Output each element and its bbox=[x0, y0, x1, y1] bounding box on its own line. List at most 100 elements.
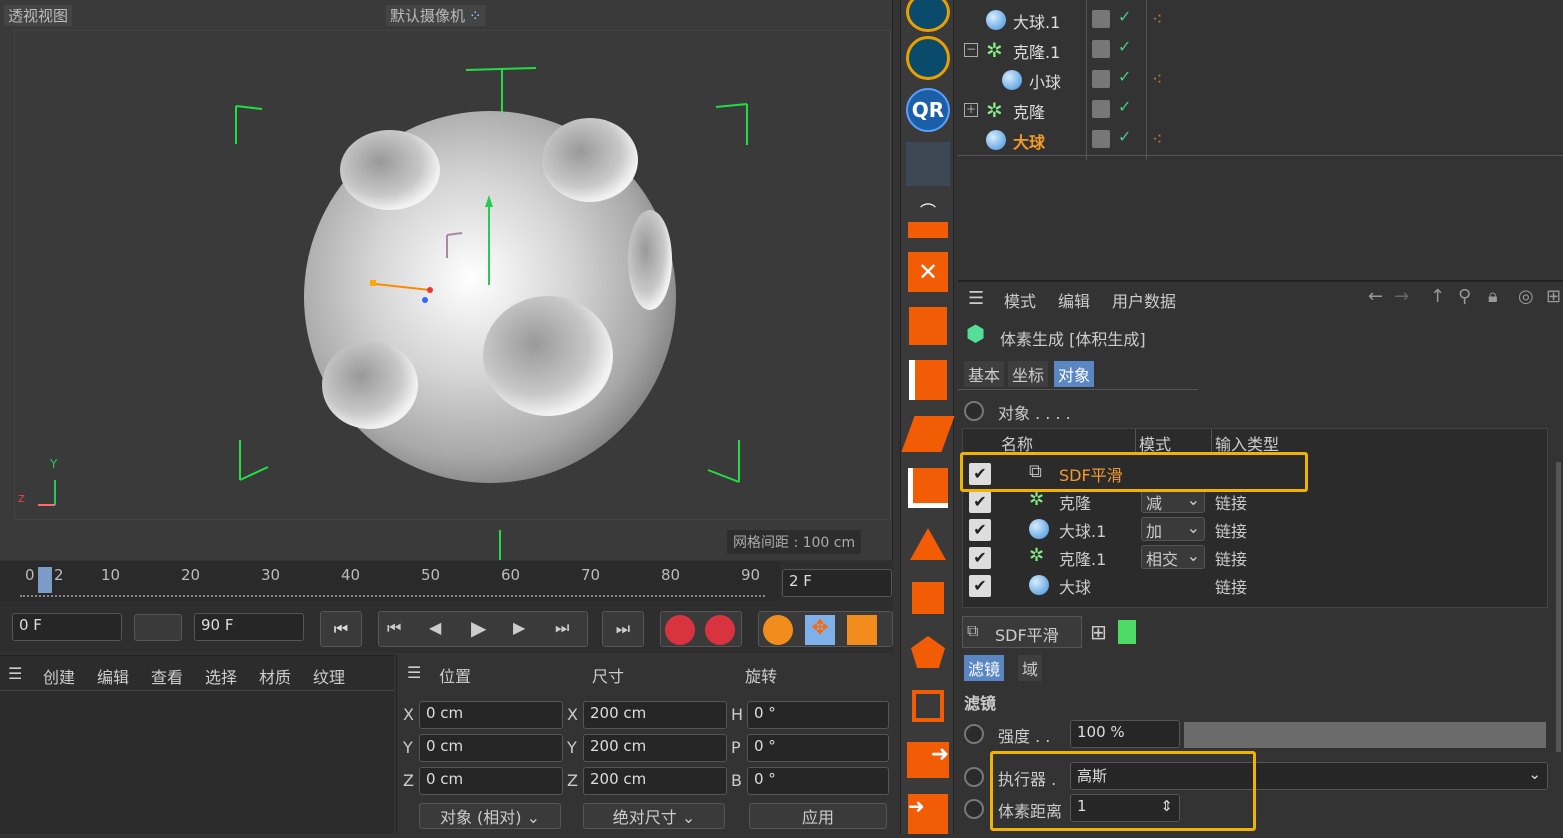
strength-field[interactable]: 100 % bbox=[1070, 720, 1180, 748]
table-row[interactable]: ✔ 大球 链接 bbox=[963, 573, 1547, 601]
strength-slider[interactable] bbox=[1184, 722, 1546, 748]
target-icon[interactable]: ◎ bbox=[1518, 286, 1534, 307]
tab-basic[interactable]: 基本 bbox=[964, 361, 1005, 387]
size-z-field[interactable]: 200 cm bbox=[583, 767, 727, 795]
cloner-arrow-icon[interactable]: ➜ bbox=[904, 736, 952, 784]
object-name[interactable]: 克隆.1 bbox=[1013, 39, 1060, 63]
go-to-start-button[interactable]: ⏮ bbox=[320, 611, 362, 647]
object-row[interactable]: 小球 ✓ ⁖ bbox=[958, 65, 1563, 95]
auto-key-icon[interactable] bbox=[705, 615, 735, 645]
go-to-end-button[interactable]: ⏭ bbox=[602, 611, 644, 647]
position-y-field[interactable]: 0 cm bbox=[419, 734, 563, 762]
explode-icon[interactable]: ✕ bbox=[904, 248, 952, 296]
size-x-field[interactable]: 200 cm bbox=[583, 701, 727, 729]
row-name[interactable]: 克隆 bbox=[1059, 490, 1091, 514]
visible-check-icon[interactable]: ✓ bbox=[1118, 67, 1131, 86]
hamburger-icon[interactable]: ☰ bbox=[8, 664, 22, 683]
menu-material[interactable]: 材质 bbox=[259, 664, 291, 688]
layer-icon[interactable] bbox=[1092, 40, 1110, 58]
record-key-icon[interactable] bbox=[665, 615, 695, 645]
hamburger-icon[interactable]: ☰ bbox=[407, 663, 421, 682]
row-name[interactable]: 大球 bbox=[1059, 574, 1091, 598]
move-icon[interactable]: ✥ bbox=[805, 615, 835, 645]
rotation-b-field[interactable]: 0 ° bbox=[747, 767, 889, 795]
object-row[interactable]: 大球.1 ✓ ⁖ bbox=[958, 5, 1563, 35]
position-z-field[interactable]: 0 cm bbox=[419, 767, 563, 795]
up-arrow-icon[interactable]: ↑ bbox=[1430, 286, 1445, 307]
viewport[interactable]: 透视视图 默认摄像机 ⁘ Y Z 网格间距: 100 cm bbox=[0, 0, 893, 560]
row-name[interactable]: 大球.1 bbox=[1059, 518, 1106, 542]
lock-icon[interactable]: 🔒︎ bbox=[1488, 286, 1498, 307]
visible-check-icon[interactable]: ✓ bbox=[1118, 97, 1131, 116]
object-row[interactable]: + ✲ 克隆 ✓ bbox=[958, 95, 1563, 125]
extrude-icon[interactable] bbox=[901, 410, 955, 458]
object-name[interactable]: 大球.1 bbox=[1013, 9, 1060, 33]
object-name[interactable]: 小球 bbox=[1029, 69, 1061, 93]
back-arrow-icon[interactable]: ← bbox=[1368, 286, 1383, 307]
coordinates-manager[interactable]: ☰ 位置 尺寸 旋转 X 0 cm X 200 cm H 0 ° Y 0 cm … bbox=[396, 655, 893, 834]
qr-icon[interactable]: QR bbox=[904, 86, 952, 134]
rotation-p-field[interactable]: 0 ° bbox=[747, 734, 889, 762]
forward-arrow-icon[interactable]: → bbox=[1394, 286, 1409, 307]
layer-tab[interactable]: ⧉ SDF平滑 bbox=[962, 616, 1082, 648]
rotation-h-field[interactable]: 0 ° bbox=[747, 701, 889, 729]
shatter-icon[interactable] bbox=[904, 302, 952, 350]
play-icon[interactable]: ▶ bbox=[471, 616, 486, 640]
tab-coord[interactable]: 坐标 bbox=[1008, 361, 1049, 387]
tool-palette[interactable]: QR ⌒ ✕ ➜ ➜ bbox=[900, 0, 955, 834]
coordinate-mode-dropdown[interactable]: 对象 (相对) ⌄ bbox=[419, 803, 561, 829]
position-x-field[interactable]: 0 cm bbox=[419, 701, 563, 729]
layer-icon[interactable] bbox=[1092, 10, 1110, 28]
attribute-manager[interactable]: ☰ 模式 编辑 用户数据 ← → ↑ ⚲ 🔒︎ ◎ ⊞ ⬢ 体素生成 [体积生成… bbox=[958, 280, 1563, 834]
object-row-selected[interactable]: 大球 ✓ ⁖ bbox=[958, 125, 1563, 155]
tag-icon[interactable]: ⁖ bbox=[1152, 9, 1163, 30]
next-frame-icon[interactable]: ▶ bbox=[513, 618, 525, 637]
array-icon[interactable]: ➜ bbox=[904, 790, 952, 838]
layer-icon[interactable] bbox=[1092, 100, 1110, 118]
gear-icon[interactable] bbox=[763, 615, 793, 645]
search-icon[interactable]: ⚲ bbox=[1458, 286, 1471, 307]
tab-field[interactable]: 域 bbox=[1018, 655, 1043, 681]
menu-mode[interactable]: 模式 bbox=[1004, 288, 1036, 312]
menu-view[interactable]: 查看 bbox=[151, 664, 183, 688]
playback-controls[interactable]: ⏮ ◀ ▶ ▶ ⏭ bbox=[378, 611, 588, 647]
menu-user-data[interactable]: 用户数据 bbox=[1112, 288, 1176, 312]
expand-icon[interactable]: + bbox=[964, 103, 978, 117]
mode-dropdown[interactable]: 相交 ⌄ bbox=[1141, 545, 1205, 569]
tag-icon[interactable]: ⁖ bbox=[1152, 129, 1163, 150]
timeline-ruler[interactable]: 0 2 10 20 30 40 50 60 70 80 90 bbox=[0, 561, 780, 601]
row-name[interactable]: 克隆.1 bbox=[1059, 546, 1106, 570]
layer-icon[interactable] bbox=[1092, 130, 1110, 148]
add-layer-icon[interactable]: ⊞ bbox=[1090, 620, 1107, 644]
mesh-icon[interactable] bbox=[904, 140, 952, 188]
prev-frame-icon[interactable]: ◀ bbox=[429, 618, 441, 637]
grid-object-icon[interactable] bbox=[904, 34, 952, 82]
enable-checkbox[interactable]: ✔ bbox=[969, 575, 991, 597]
split-icon[interactable] bbox=[904, 356, 952, 404]
bend-icon[interactable]: ⌒ bbox=[904, 194, 952, 242]
tab-filter[interactable]: 滤镜 bbox=[964, 655, 1005, 681]
scrollbar[interactable] bbox=[1556, 462, 1561, 752]
start-frame-field[interactable]: 0 F bbox=[12, 613, 122, 641]
animate-radio[interactable] bbox=[964, 767, 984, 787]
apply-button[interactable]: 应用 bbox=[749, 803, 887, 829]
table-row[interactable]: ✔ ✲ 克隆 减 ⌄ 链接 bbox=[963, 489, 1547, 517]
visible-check-icon[interactable]: ✓ bbox=[1118, 7, 1131, 26]
table-row[interactable]: ✔ ✲ 克隆.1 相交 ⌄ 链接 bbox=[963, 545, 1547, 573]
polygon-pen-icon[interactable] bbox=[904, 464, 952, 512]
menu-edit[interactable]: 编辑 bbox=[1058, 288, 1090, 312]
mode-dropdown[interactable]: 减 ⌄ bbox=[1141, 489, 1205, 513]
material-manager[interactable]: ☰ 创建 编辑 查看 选择 材质 纹理 bbox=[0, 655, 394, 834]
object-name[interactable]: 大球 bbox=[1013, 129, 1045, 153]
menu-texture[interactable]: 纹理 bbox=[313, 664, 345, 688]
tab-object[interactable]: 对象 bbox=[1054, 361, 1095, 387]
end-frame-field[interactable]: 90 F bbox=[194, 613, 304, 641]
enable-checkbox[interactable]: ✔ bbox=[969, 519, 991, 541]
plane-icon[interactable] bbox=[904, 682, 952, 730]
current-frame-field[interactable]: 2 F bbox=[782, 569, 892, 597]
visible-check-icon[interactable]: ✓ bbox=[1118, 37, 1131, 56]
scale-icon[interactable] bbox=[847, 615, 877, 645]
new-panel-icon[interactable]: ⊞ bbox=[1546, 286, 1561, 307]
range-slider[interactable] bbox=[134, 614, 182, 641]
animate-radio[interactable] bbox=[964, 401, 984, 421]
